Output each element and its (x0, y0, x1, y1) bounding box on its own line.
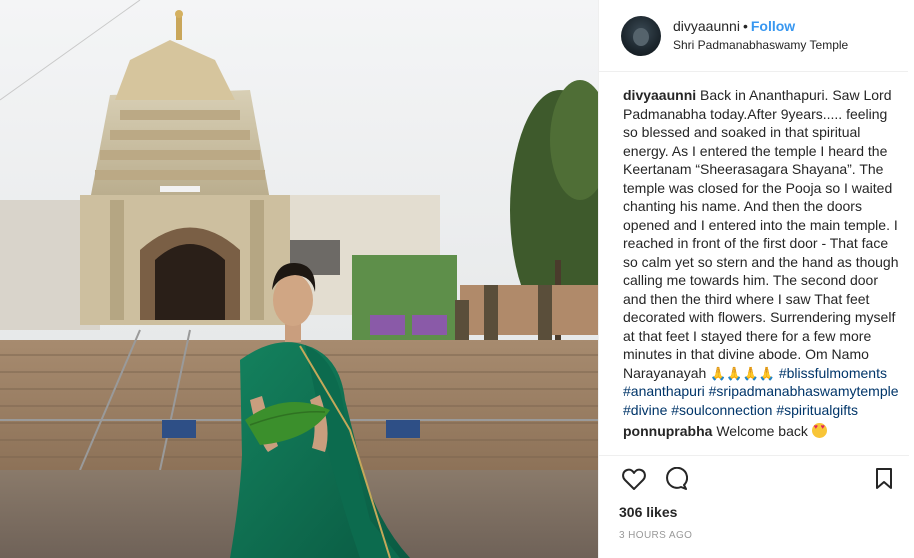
hashtag-link[interactable]: #divine (623, 402, 667, 418)
post-side-panel: divyaaunni • Follow Shri Padmanabhaswamy T… (598, 0, 914, 558)
hashtag-link[interactable]: #soulconnection (671, 402, 772, 418)
follow-button[interactable]: Follow (751, 18, 795, 34)
separator-dot: • (742, 18, 748, 34)
hashtag-link[interactable]: #blissfulmoments (779, 365, 887, 381)
hashtag-link[interactable]: #ananthapuri (623, 383, 705, 399)
hashtag-link[interactable]: #sripadmanabhaswamytemple (709, 383, 899, 399)
comment-item: ponnuprabha Welcome back (623, 422, 904, 441)
post-actions: 306 likes 3 HOURS AGO (599, 455, 909, 541)
hashtag-link[interactable]: #spiritualgifts (776, 402, 858, 418)
pray-emoji-icon: 🙏🙏🙏🙏 (710, 365, 775, 381)
heart-eyes-emoji-icon (811, 423, 827, 438)
likes-count[interactable]: 306 likes (619, 504, 899, 520)
caption-username[interactable]: divyaaunni (623, 87, 696, 103)
location-link[interactable]: Shri Padmanabhaswamy Temple (673, 36, 848, 54)
temple-photo-illustration (0, 0, 598, 558)
comments-section: divyaaunni Back in Ananthapuri. Saw Lord… (599, 72, 914, 452)
comment-icon[interactable] (661, 464, 691, 494)
post-timestamp[interactable]: 3 HOURS AGO (619, 530, 899, 541)
caption: divyaaunni Back in Ananthapuri. Saw Lord… (623, 86, 904, 419)
caption-text: Back in Ananthapuri. Saw Lord Padmanabha… (623, 87, 899, 381)
heart-icon[interactable] (619, 464, 649, 494)
comment-username[interactable]: ponnuprabha (623, 423, 712, 439)
header-username[interactable]: divyaaunni (673, 18, 740, 34)
comment-text: Welcome back (716, 423, 808, 439)
header-row: divyaaunni • Follow (673, 17, 848, 35)
post-photo[interactable] (0, 0, 598, 558)
header-text: divyaaunni • Follow Shri Padmanabhaswamy T… (673, 17, 848, 54)
avatar[interactable] (621, 15, 661, 56)
instagram-post: divyaaunni • Follow Shri Padmanabhaswamy T… (0, 0, 914, 558)
bookmark-icon[interactable] (869, 464, 899, 494)
action-icons (619, 464, 899, 494)
post-header: divyaaunni • Follow Shri Padmanabhaswamy T… (599, 0, 908, 72)
